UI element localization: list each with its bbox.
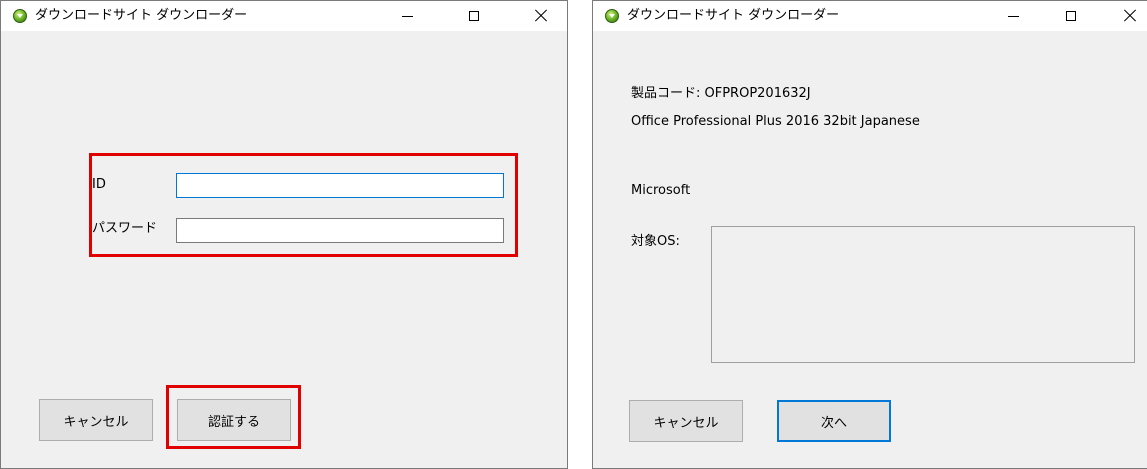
- authenticate-button[interactable]: 認証する: [177, 399, 291, 441]
- vendor-text: Microsoft: [631, 183, 691, 198]
- maximize-icon: [469, 11, 479, 21]
- cancel-button[interactable]: キャンセル: [39, 399, 153, 441]
- maximize-button[interactable]: [452, 1, 498, 31]
- product-window: ダウンロードサイト ダウンローダー 製品コード: OFPROP201632J O…: [592, 0, 1147, 469]
- close-button[interactable]: [518, 1, 564, 31]
- maximize-button[interactable]: [1049, 1, 1095, 31]
- minimize-button[interactable]: [991, 1, 1037, 31]
- maximize-icon: [1066, 11, 1076, 21]
- cancel-button[interactable]: キャンセル: [629, 400, 743, 442]
- product-name-text: Office Professional Plus 2016 32bit Japa…: [631, 114, 920, 129]
- app-download-icon: [605, 9, 619, 23]
- product-titlebar[interactable]: ダウンロードサイト ダウンローダー: [593, 1, 1147, 31]
- login-titlebar[interactable]: ダウンロードサイト ダウンローダー: [1, 1, 567, 31]
- minimize-button[interactable]: [385, 1, 431, 31]
- minimize-icon: [1008, 16, 1019, 17]
- next-button[interactable]: 次へ: [777, 400, 891, 442]
- close-button[interactable]: [1107, 1, 1147, 31]
- window-title: ダウンロードサイト ダウンローダー: [35, 8, 248, 23]
- minimize-icon: [402, 16, 413, 17]
- product-code-text: 製品コード: OFPROP201632J: [631, 86, 811, 101]
- close-icon: [535, 10, 547, 22]
- password-input[interactable]: [176, 218, 504, 243]
- password-label: パスワード: [92, 221, 158, 236]
- id-input[interactable]: [176, 173, 504, 198]
- close-icon: [1124, 10, 1136, 22]
- id-label: ID: [92, 177, 106, 192]
- app-download-icon: [13, 9, 27, 23]
- target-os-box[interactable]: [711, 226, 1135, 363]
- target-os-label: 対象OS:: [631, 234, 680, 249]
- login-window: ダウンロードサイト ダウンローダー ID パスワード キャンセル 認証する: [0, 0, 568, 469]
- window-title: ダウンロードサイト ダウンローダー: [627, 8, 840, 23]
